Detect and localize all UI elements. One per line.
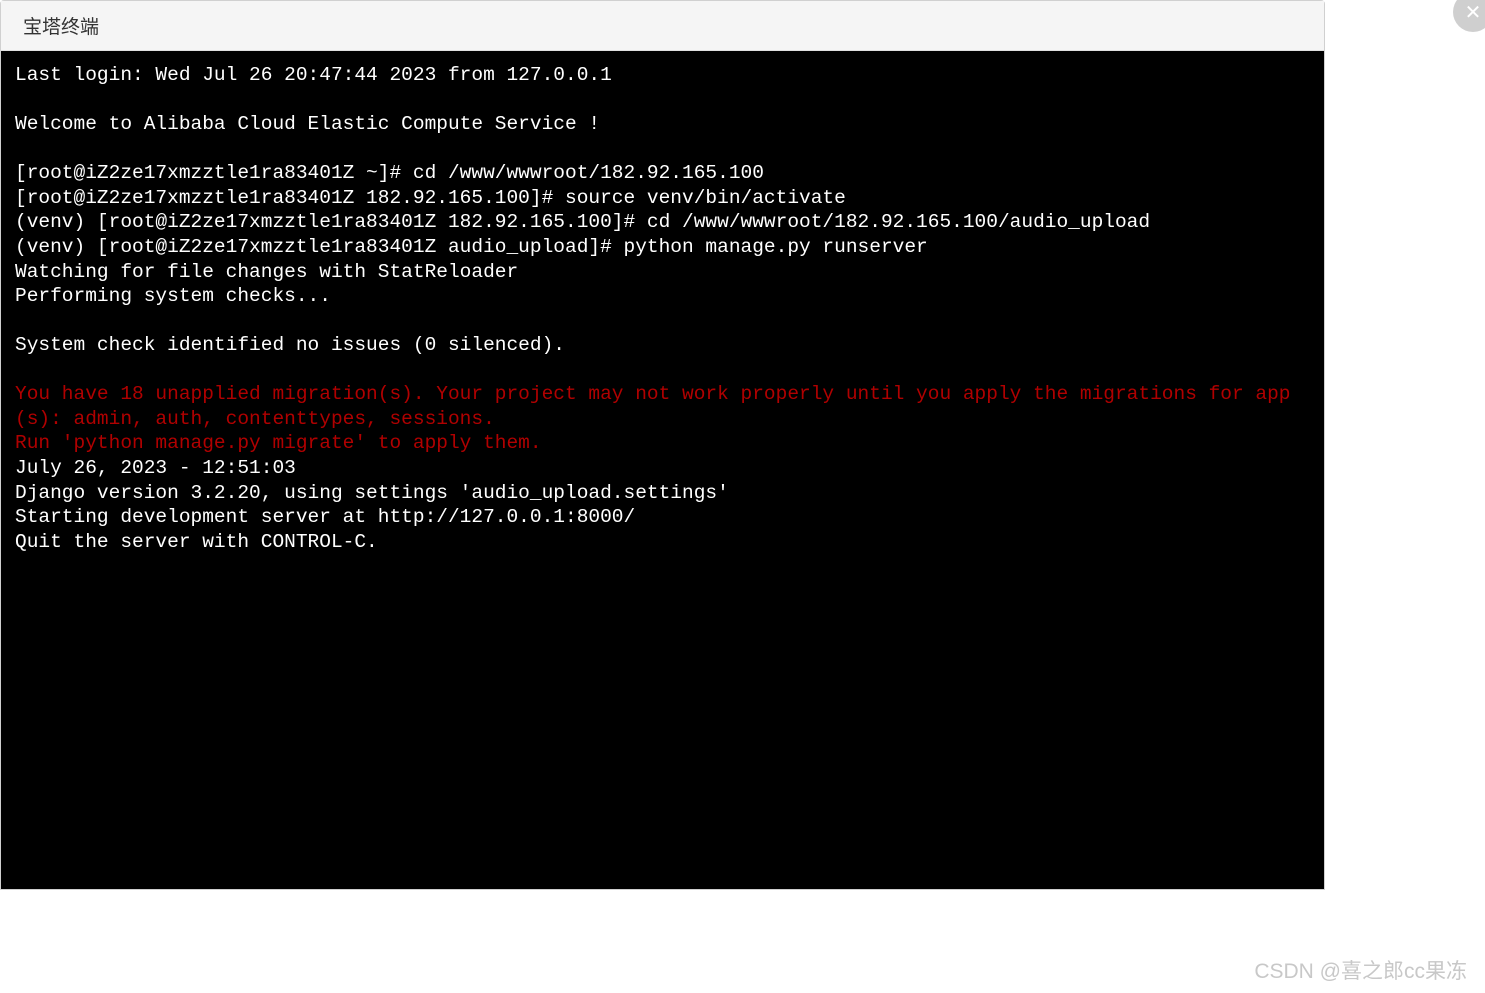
terminal-output[interactable]: Last login: Wed Jul 26 20:47:44 2023 fro… xyxy=(1,51,1324,889)
terminal-line: System check identified no issues (0 sil… xyxy=(15,333,1310,358)
close-button[interactable]: ✕ xyxy=(1453,0,1485,32)
terminal-line: Quit the server with CONTROL-C. xyxy=(15,530,1310,555)
terminal-line: Performing system checks... xyxy=(15,284,1310,309)
terminal-line: You have 18 unapplied migration(s). Your… xyxy=(15,382,1310,431)
terminal-window: 宝塔终端 Last login: Wed Jul 26 20:47:44 202… xyxy=(0,0,1325,890)
terminal-line: July 26, 2023 - 12:51:03 xyxy=(15,456,1310,481)
terminal-line: Starting development server at http://12… xyxy=(15,505,1310,530)
terminal-line: Run 'python manage.py migrate' to apply … xyxy=(15,431,1310,456)
terminal-line: Last login: Wed Jul 26 20:47:44 2023 fro… xyxy=(15,63,1310,88)
terminal-line xyxy=(15,309,1310,334)
terminal-line: [root@iZ2ze17xmzztle1ra83401Z ~]# cd /ww… xyxy=(15,161,1310,186)
terminal-line: Watching for file changes with StatReloa… xyxy=(15,260,1310,285)
watermark: CSDN @喜之郎cc果冻 xyxy=(1254,955,1467,985)
close-icon: ✕ xyxy=(1465,0,1482,25)
terminal-line: [root@iZ2ze17xmzztle1ra83401Z 182.92.165… xyxy=(15,186,1310,211)
terminal-line: (venv) [root@iZ2ze17xmzztle1ra83401Z aud… xyxy=(15,235,1310,260)
terminal-line: Django version 3.2.20, using settings 'a… xyxy=(15,481,1310,506)
terminal-line: Welcome to Alibaba Cloud Elastic Compute… xyxy=(15,112,1310,137)
terminal-line xyxy=(15,88,1310,113)
titlebar: 宝塔终端 xyxy=(1,1,1324,51)
terminal-line: (venv) [root@iZ2ze17xmzztle1ra83401Z 182… xyxy=(15,210,1310,235)
terminal-line xyxy=(15,358,1310,383)
terminal-line xyxy=(15,137,1310,162)
window-title: 宝塔终端 xyxy=(23,12,99,39)
